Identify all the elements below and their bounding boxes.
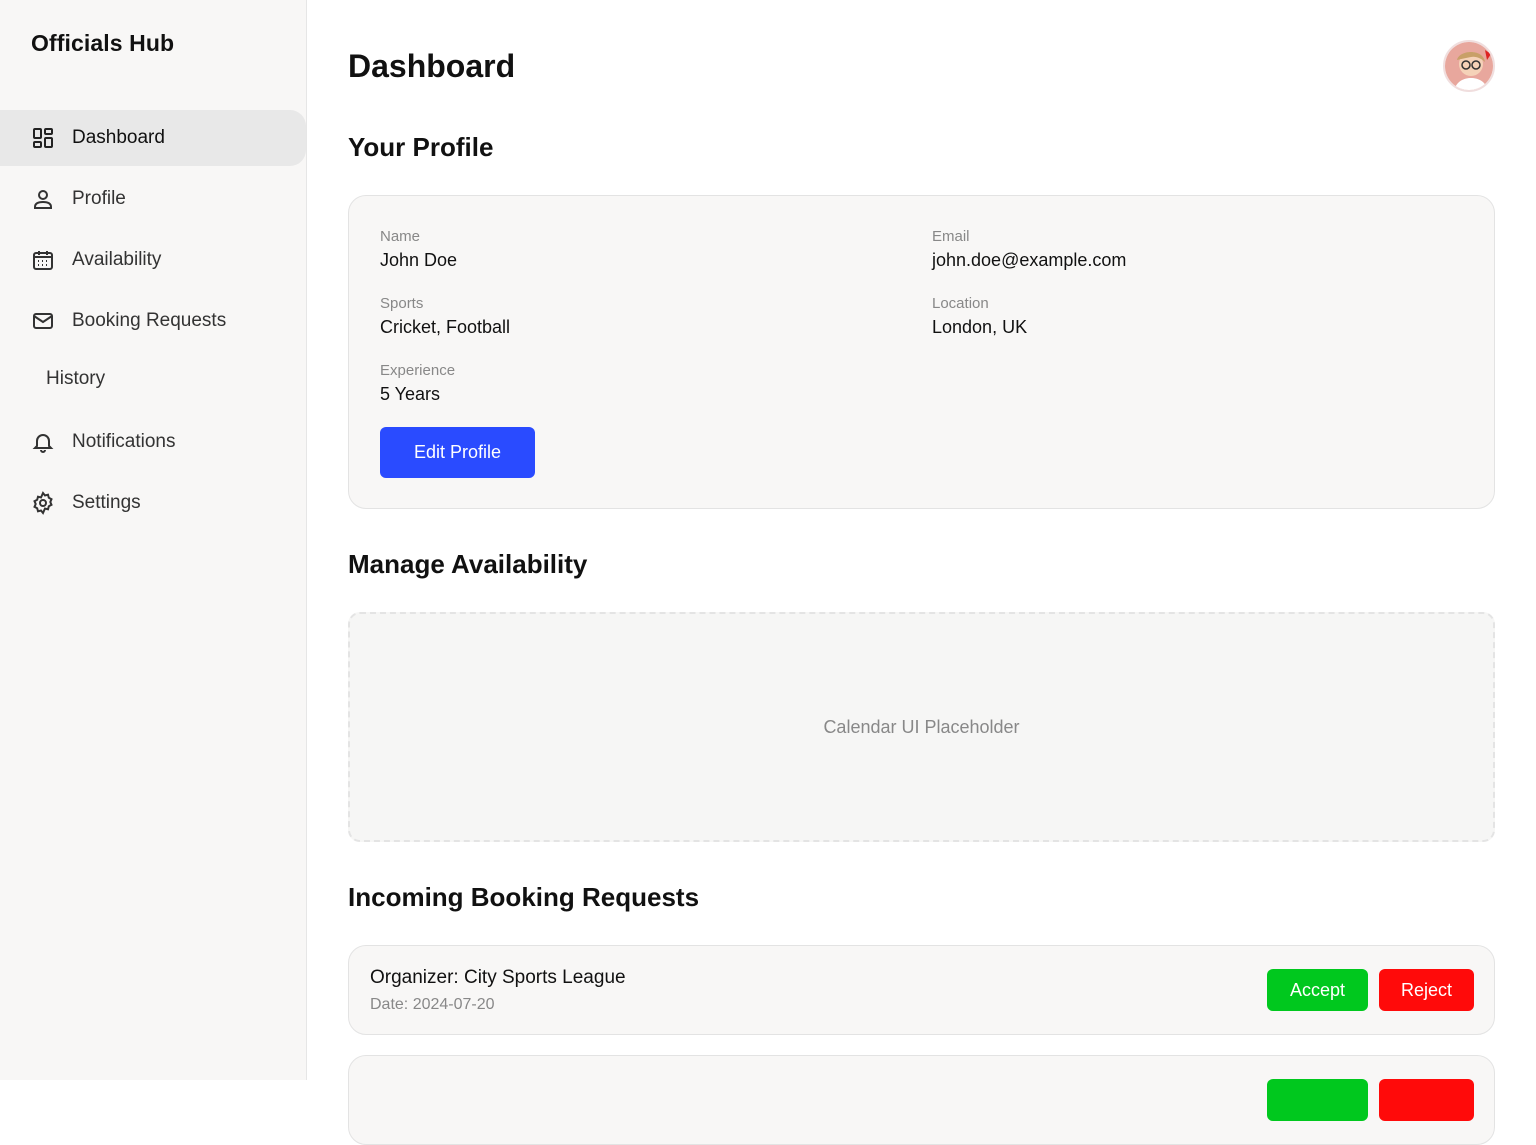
sidebar-item-label: Dashboard: [72, 127, 165, 148]
request-organizer: Organizer: City Sports League: [370, 967, 626, 988]
field-value: John Doe: [380, 250, 458, 270]
availability-section-title: Manage Availability: [348, 549, 588, 579]
sidebar-item-label: History: [46, 368, 106, 389]
sidebar: Officials Hub Dashboard Profile Availabi…: [0, 0, 307, 1080]
page-title: Dashboard: [348, 48, 516, 84]
field-value: London, UK: [932, 317, 1028, 337]
field-label: Email: [932, 228, 970, 245]
field-label: Experience: [380, 362, 456, 379]
sidebar-item-label: Settings: [72, 492, 141, 513]
reject-button[interactable]: [1379, 1079, 1474, 1121]
sidebar-nav: Dashboard Profile Availability Booking R…: [0, 110, 307, 536]
calendar-placeholder-text: Calendar UI Placeholder: [823, 716, 1020, 737]
dashboard-icon: [31, 126, 55, 150]
sidebar-item-label: Booking Requests: [72, 310, 227, 331]
field-label: Name: [380, 228, 421, 245]
sidebar-item-label: Notifications: [72, 431, 176, 452]
user-avatar-icon: [1445, 42, 1493, 90]
profile-field-experience: Experience 5 Years: [380, 362, 455, 405]
profile-field-sports: Sports Cricket, Football: [380, 295, 510, 338]
field-value: Cricket, Football: [380, 317, 511, 337]
accept-button[interactable]: [1267, 1079, 1368, 1121]
sidebar-item-dashboard[interactable]: Dashboard: [0, 110, 306, 166]
gear-icon: [31, 491, 55, 515]
profile-field-email: Email john.doe@example.com: [932, 228, 1126, 271]
calendar-icon: [31, 248, 55, 272]
field-value: john.doe@example.com: [932, 250, 1127, 270]
brand-title: Officials Hub: [31, 30, 175, 56]
profile-section-title: Your Profile: [348, 132, 494, 162]
field-label: Location: [932, 295, 989, 312]
main-content: Dashboard Your Profile Name John Doe Ema…: [307, 0, 1536, 1145]
avatar[interactable]: [1443, 40, 1495, 92]
sidebar-item-booking-requests[interactable]: Booking Requests: [0, 293, 306, 349]
profile-field-name: Name John Doe: [380, 228, 457, 271]
sidebar-item-settings[interactable]: Settings: [0, 475, 306, 531]
user-icon: [31, 187, 55, 211]
request-date: Date: 2024-07-20: [370, 996, 495, 1013]
sidebar-item-profile[interactable]: Profile: [0, 171, 306, 227]
sidebar-item-label: Availability: [72, 249, 162, 270]
booking-request-card: [348, 1055, 1495, 1145]
reject-button[interactable]: Reject: [1379, 969, 1474, 1011]
profile-field-location: Location London, UK: [932, 295, 1027, 338]
calendar-placeholder: Calendar UI Placeholder: [348, 612, 1495, 842]
profile-card: Name John Doe Email john.doe@example.com…: [348, 195, 1495, 509]
sidebar-item-label: Profile: [72, 188, 126, 209]
bell-icon: [31, 430, 55, 454]
sidebar-item-history[interactable]: History: [0, 354, 306, 404]
field-label: Sports: [380, 295, 424, 312]
sidebar-item-availability[interactable]: Availability: [0, 232, 306, 288]
accept-button[interactable]: Accept: [1267, 969, 1368, 1011]
mail-icon: [31, 309, 55, 333]
booking-requests-section-title: Incoming Booking Requests: [348, 882, 700, 912]
sidebar-item-notifications[interactable]: Notifications: [0, 414, 306, 470]
field-value: 5 Years: [380, 384, 441, 404]
booking-request-card: Organizer: City Sports League Date: 2024…: [348, 945, 1495, 1035]
edit-profile-button[interactable]: Edit Profile: [380, 427, 535, 478]
